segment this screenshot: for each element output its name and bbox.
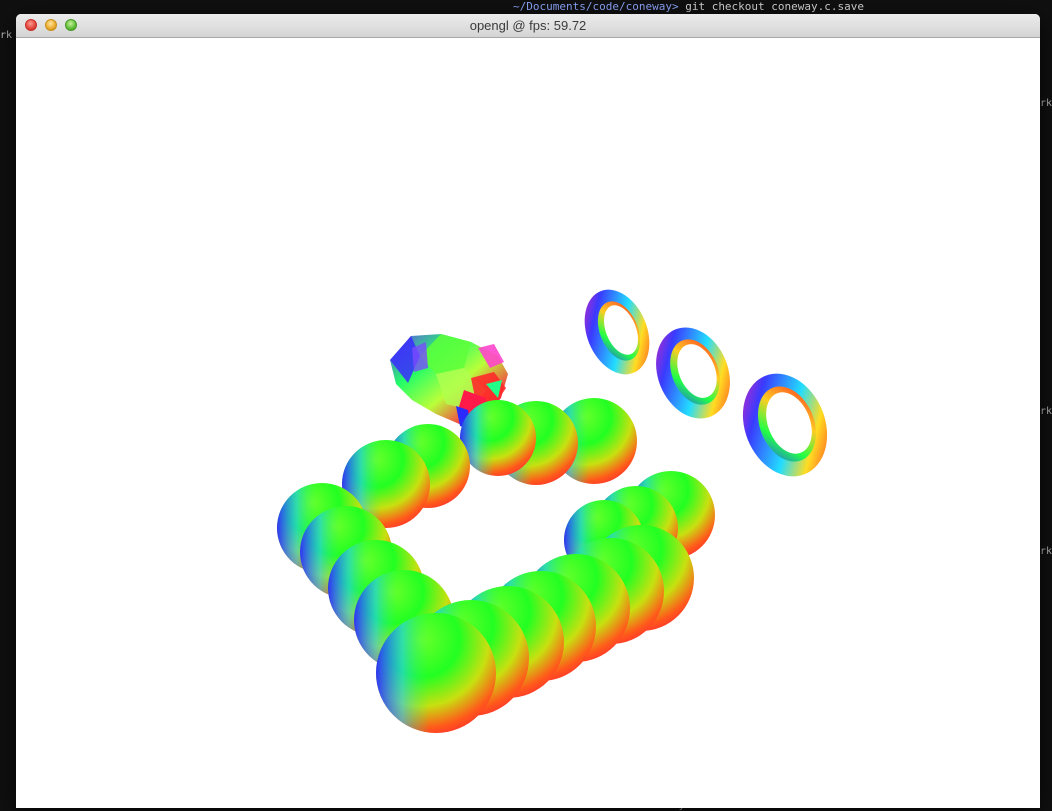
- terminal-edge-text: rk: [1040, 546, 1052, 557]
- window-titlebar[interactable]: opengl @ fps: 59.72: [16, 14, 1040, 38]
- scene-render: [277, 289, 828, 733]
- terminal-edge-text: rk: [1040, 98, 1052, 109]
- terminal-prompt: ~/Documents/code/coneway>: [513, 0, 679, 13]
- terminal-command-line: ~/Documents/code/coneway> git checkout c…: [513, 0, 864, 13]
- torus-model-2: [656, 327, 730, 419]
- terminal-command: git checkout coneway.c.save: [678, 0, 865, 13]
- terminal-edge-text: rk: [0, 30, 13, 41]
- torus-model-3: [742, 373, 828, 477]
- torus-model-1: [584, 289, 650, 375]
- window-title: opengl @ fps: 59.72: [469, 18, 587, 33]
- gl-viewport[interactable]: [16, 38, 1040, 808]
- opengl-window[interactable]: opengl @ fps: 59.72: [16, 14, 1040, 808]
- terminal-edge-text: rk: [1040, 406, 1052, 417]
- sphere-chain-model: [277, 398, 715, 733]
